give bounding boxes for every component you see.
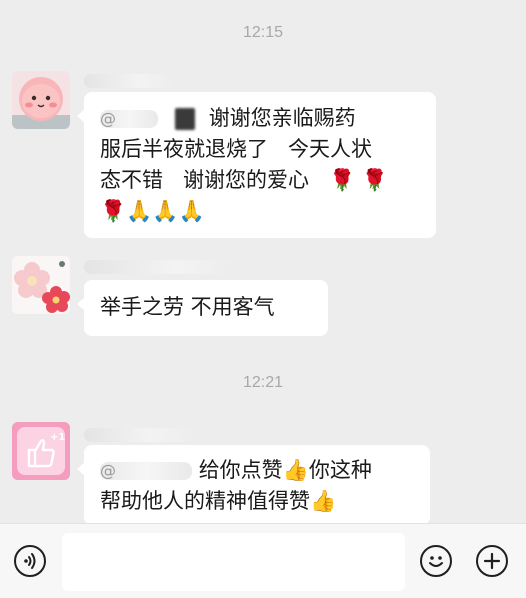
timestamp: 12:15: [242, 24, 284, 41]
message-bubble[interactable]: 举手之劳 不用客气: [77, 280, 328, 336]
voice-icon: [24, 553, 36, 569]
message-line: @ 给你点赞👍你这种: [100, 458, 372, 482]
message-line: 帮助他人的精神值得赞👍: [100, 489, 337, 513]
sender-name: [84, 428, 194, 442]
avatar[interactable]: +1: [12, 422, 70, 480]
message-line: 态不错 谢谢您的爱心 🌹 🌹: [100, 168, 389, 192]
message-bubble[interactable]: @ 谢谢您亲临赐药 服后半夜就退烧了 今天人状 态不错 谢谢您的爱心 🌹 🌹 🌹…: [77, 92, 436, 238]
sender-name: [84, 74, 174, 88]
voice-button[interactable]: [14, 545, 46, 577]
redacted-name: [174, 108, 195, 130]
message-line: 服后半夜就退烧了 今天人状: [100, 137, 373, 161]
timestamp: 12:21: [242, 374, 284, 391]
sender-name: [84, 260, 234, 274]
add-button[interactable]: [476, 545, 508, 577]
emoji-icon: [429, 556, 443, 567]
cartoon-face-icon: [12, 71, 70, 129]
mention-tag[interactable]: @: [100, 462, 192, 480]
message-bubble[interactable]: @ 给你点赞👍你这种 帮助他人的精神值得赞👍: [77, 445, 430, 525]
plus-icon: [483, 552, 501, 570]
avatar[interactable]: [12, 71, 70, 129]
thumbs-up-icon: +1: [12, 422, 70, 480]
svg-text:+1: +1: [50, 432, 65, 443]
message-line: 举手之劳 不用客气: [100, 295, 275, 319]
flower-icon: [12, 256, 70, 314]
message-input[interactable]: [62, 533, 405, 591]
avatar[interactable]: [12, 256, 70, 314]
mention-tag[interactable]: @: [100, 110, 158, 128]
message-line: @ 谢谢您亲临赐药: [100, 106, 356, 130]
input-bar: [0, 523, 526, 598]
emoji-button[interactable]: [420, 545, 452, 577]
message-line: 🌹🙏🙏🙏: [100, 199, 205, 223]
